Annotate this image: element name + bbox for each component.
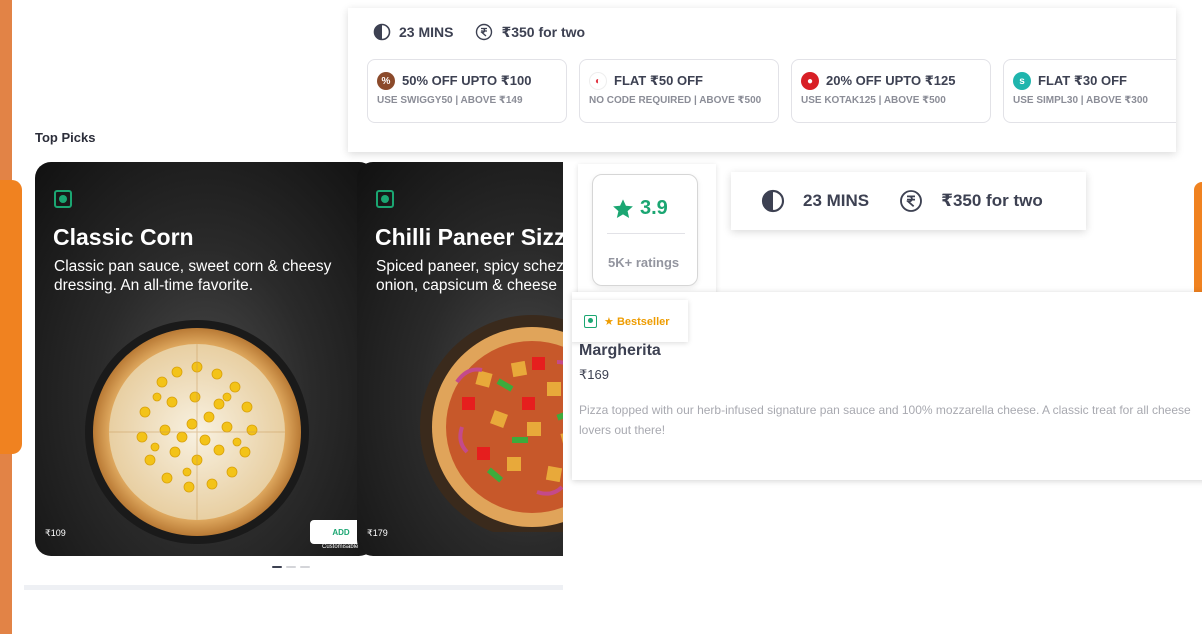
restaurant-info-card: 23 MINS ₹350 for two % 50% OFF UPTO ₹100… <box>348 8 1176 152</box>
rupee-icon <box>900 190 923 212</box>
item-name: Margherita <box>579 342 661 359</box>
offer-card[interactable]: ◐ FLAT ₹50 OFF NO CODE REQUIRED | ABOVE … <box>579 59 779 123</box>
bestseller-badge: ★ Bestseller <box>572 300 688 342</box>
delivery-time-text: 23 MINS <box>399 24 454 40</box>
simpl-icon: s <box>1013 72 1031 90</box>
delivery-info-card: 23 MINS ₹350 for two <box>731 172 1086 230</box>
top-picks-carousel[interactable]: Classic Corn Classic pan sauce, sweet co… <box>35 162 563 556</box>
info-row: 23 MINS ₹350 for two <box>373 23 585 41</box>
delivery-time: 23 MINS <box>373 23 453 41</box>
offer-title: 50% OFF UPTO ₹100 <box>402 73 532 88</box>
rupee-icon <box>476 23 493 41</box>
rating-count: 5K+ ratings <box>608 255 680 270</box>
rating-value: 3.9 <box>640 197 668 219</box>
section-divider <box>24 585 563 590</box>
offer-card[interactable]: % 50% OFF UPTO ₹100 USE SWIGGY50 | ABOVE… <box>367 59 567 123</box>
bestseller-text: Bestseller <box>616 315 670 328</box>
discount-icon: % <box>377 72 395 90</box>
rating-divider <box>607 233 685 234</box>
clock-icon <box>373 23 391 41</box>
carousel-indicator <box>272 566 310 568</box>
offer-card[interactable]: ● 20% OFF UPTO ₹125 USE KOTAK125 | ABOVE… <box>791 59 991 123</box>
offer-subtitle: NO CODE REQUIRED | ABOVE ₹500 <box>589 95 762 106</box>
veg-icon <box>376 190 394 208</box>
rating-card: 3.9 5K+ ratings <box>578 164 716 296</box>
cost-for-two-text: ₹350 for two <box>941 191 1043 210</box>
offer-title: FLAT ₹50 OFF <box>614 73 703 88</box>
rating-value-row: 3.9 <box>612 197 668 220</box>
clock-icon <box>761 189 785 213</box>
item-description: Pizza topped with our herb-infused signa… <box>579 403 1191 437</box>
bank-icon: ◐ <box>589 72 607 90</box>
pick-price: ₹109 <box>45 528 66 538</box>
pick-description: Classic pan sauce, sweet corn & cheesy d… <box>54 258 332 294</box>
star-icon <box>613 198 633 218</box>
kotak-icon: ● <box>801 72 819 90</box>
pick-title: Classic Corn <box>53 224 194 250</box>
offers-list: % 50% OFF UPTO ₹100 USE SWIGGY50 | ABOVE… <box>367 59 1176 123</box>
cost-for-two: ₹350 for two <box>899 189 1043 213</box>
offer-title: 20% OFF UPTO ₹125 <box>826 73 956 88</box>
pick-card-classic-corn[interactable]: Classic Corn Classic pan sauce, sweet co… <box>35 162 375 556</box>
corn-pizza-image <box>85 320 309 544</box>
pick-price: ₹179 <box>367 528 388 538</box>
menu-item-card[interactable]: Margherita ₹169 Pizza topped with our he… <box>572 292 1202 480</box>
carousel-dot[interactable] <box>286 566 296 568</box>
carousel-dot[interactable] <box>272 566 282 568</box>
delivery-time-text: 23 MINS <box>803 191 870 210</box>
item-price: ₹169 <box>579 367 609 382</box>
left-scroll-tab[interactable] <box>0 180 22 454</box>
offer-subtitle: USE SIMPL30 | ABOVE ₹300 <box>1013 95 1148 106</box>
rating-box: 3.9 5K+ ratings <box>592 174 698 286</box>
offer-card[interactable]: s FLAT ₹30 OFF USE SIMPL30 | ABOVE ₹300 <box>1003 59 1176 123</box>
bestseller-label: ★ Bestseller <box>604 315 670 328</box>
star-icon: ★ <box>604 315 614 328</box>
delivery-time: 23 MINS <box>761 189 869 213</box>
pick-title: Chilli Paneer Sizzler <box>375 224 563 250</box>
veg-icon <box>584 314 597 328</box>
carousel-dot[interactable] <box>300 566 310 568</box>
offer-subtitle: USE SWIGGY50 | ABOVE ₹149 <box>377 95 523 106</box>
veg-icon <box>54 190 72 208</box>
customisable-label: Customisable <box>322 544 359 550</box>
top-picks-heading: Top Picks <box>35 130 96 145</box>
offer-subtitle: USE KOTAK125 | ABOVE ₹500 <box>801 95 946 106</box>
cost-for-two-text: ₹350 for two <box>501 23 586 40</box>
offer-title: FLAT ₹30 OFF <box>1038 73 1127 88</box>
pick-card-chilli-paneer[interactable]: Chilli Paneer Sizzler Spiced paneer, spi… <box>357 162 563 556</box>
cost-for-two: ₹350 for two <box>475 23 585 41</box>
paneer-pizza-image <box>420 315 563 532</box>
pick-description: Spiced paneer, spicy schezwan, tomato, o… <box>376 258 563 294</box>
